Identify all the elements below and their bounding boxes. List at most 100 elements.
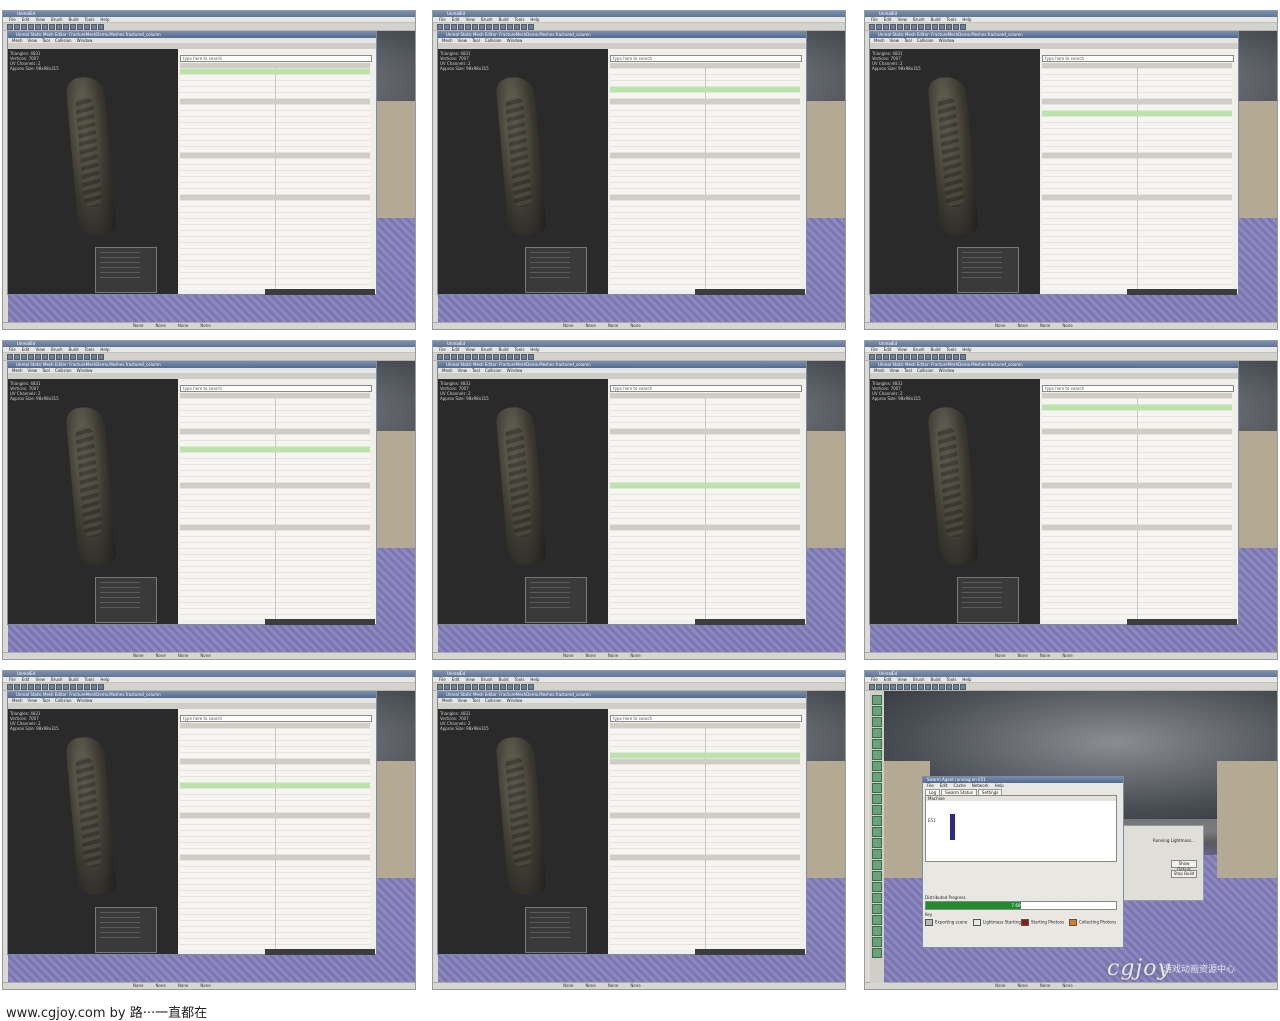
property-category-header[interactable] [180,429,370,434]
toolbar-button-icon[interactable] [77,24,83,30]
property-category-header[interactable] [1042,525,1232,530]
property-category-header[interactable] [180,99,370,104]
menu-item[interactable]: Tools [515,677,525,682]
menu-item[interactable]: File [871,677,878,682]
toolbar-button-icon[interactable] [56,684,62,690]
toolbar-button-icon[interactable] [437,684,443,690]
toolbar-button-icon[interactable] [14,354,20,360]
swarm-menu-item[interactable]: Edit [940,783,948,788]
mode-tool-icon[interactable] [872,739,882,749]
toolbar-button-icon[interactable] [883,354,889,360]
menu-item[interactable]: Edit [22,347,30,352]
toolbar-button-icon[interactable] [21,354,27,360]
menu-item[interactable]: View [465,17,475,22]
toolbar-button-icon[interactable] [876,24,882,30]
menu-item[interactable]: Build [931,677,941,682]
mode-tool-icon[interactable] [872,728,882,738]
toolbar-button-icon[interactable] [7,684,13,690]
selected-property-row[interactable] [1042,111,1232,116]
toolbar-button-icon[interactable] [507,354,513,360]
status-field[interactable]: None [1062,323,1072,328]
status-field[interactable]: None [1062,653,1072,658]
toolbar-button-icon[interactable] [472,684,478,690]
menu-item[interactable]: Tools [947,677,957,682]
status-field[interactable]: None [608,653,618,658]
menu-item[interactable]: Edit [22,677,30,682]
property-grid[interactable] [610,63,800,290]
menu-item[interactable]: Edit [452,347,460,352]
status-field[interactable]: None [563,983,573,988]
toolbar-button-icon[interactable] [500,24,506,30]
property-category-header[interactable] [180,195,370,200]
toolbar-button-icon[interactable] [876,684,882,690]
toolbar-button-icon[interactable] [960,354,966,360]
toolbar-button-icon[interactable] [63,354,69,360]
toolbar-button-icon[interactable] [507,684,513,690]
menu-item[interactable]: Build [69,347,79,352]
content-browser-tree[interactable] [95,577,157,623]
property-category-header[interactable] [610,525,800,530]
menu-item[interactable]: Edit [452,17,460,22]
mode-tool-icon[interactable] [872,717,882,727]
status-field[interactable]: None [585,653,595,658]
stop-build-button[interactable]: Stop Build [1171,870,1197,878]
swarm-menu-item[interactable]: Help [995,783,1004,788]
toolbar-button-icon[interactable] [521,354,527,360]
toolbar-button-icon[interactable] [890,354,896,360]
mode-tool-icon[interactable] [872,893,882,903]
status-field[interactable]: None [995,983,1005,988]
menu-item[interactable]: Help [962,17,971,22]
menu-item[interactable]: Edit [884,677,892,682]
toolbar-button-icon[interactable] [84,354,90,360]
property-category-header[interactable] [610,759,800,764]
property-category-header[interactable] [180,525,370,530]
toolbar-button-icon[interactable] [465,684,471,690]
toolbar-button-icon[interactable] [904,354,910,360]
toolbar-button-icon[interactable] [918,24,924,30]
toolbar-button-icon[interactable] [953,354,959,360]
selected-property-row[interactable] [610,87,800,92]
menu-item[interactable]: Edit [884,347,892,352]
toolbar-button-icon[interactable] [465,24,471,30]
menu-item[interactable]: Brush [51,17,63,22]
property-category-header[interactable] [1042,63,1232,68]
toolbar-button-icon[interactable] [890,24,896,30]
toolbar-button-icon[interactable] [514,24,520,30]
mode-tool-icon[interactable] [872,926,882,936]
property-category-header[interactable] [1042,483,1232,488]
menu-item[interactable]: Build [499,677,509,682]
selected-property-row[interactable] [610,483,800,488]
menu-item[interactable]: Help [962,347,971,352]
status-field[interactable]: None [630,983,640,988]
toolbar-button-icon[interactable] [500,354,506,360]
content-browser-tree[interactable] [957,577,1019,623]
mode-tool-icon[interactable] [872,827,882,837]
status-field[interactable]: None [608,983,618,988]
property-category-header[interactable] [610,63,800,68]
toolbar-button-icon[interactable] [946,354,952,360]
property-category-header[interactable] [1042,195,1232,200]
toolbar-button-icon[interactable] [932,354,938,360]
toolbar-button-icon[interactable] [479,684,485,690]
menu-item[interactable]: File [871,17,878,22]
toolbar-button-icon[interactable] [437,354,443,360]
mode-tool-icon[interactable] [872,871,882,881]
toolbar-button-icon[interactable] [932,684,938,690]
selected-property-row[interactable] [180,69,370,74]
toolbar-button-icon[interactable] [56,354,62,360]
toolbar-button-icon[interactable] [911,684,917,690]
toolbar-button-icon[interactable] [42,684,48,690]
toolbar-button-icon[interactable] [493,24,499,30]
mode-tool-icon[interactable] [872,772,882,782]
toolbar-button-icon[interactable] [437,24,443,30]
toolbar-button-icon[interactable] [960,684,966,690]
menu-item[interactable]: View [35,677,45,682]
mode-tool-icon[interactable] [872,805,882,815]
status-field[interactable]: None [133,653,143,658]
menu-item[interactable]: Help [530,347,539,352]
property-category-header[interactable] [610,813,800,818]
menu-item[interactable]: File [9,347,16,352]
property-grid[interactable] [180,723,370,950]
status-field[interactable]: None [155,653,165,658]
menu-item[interactable]: Brush [913,347,925,352]
